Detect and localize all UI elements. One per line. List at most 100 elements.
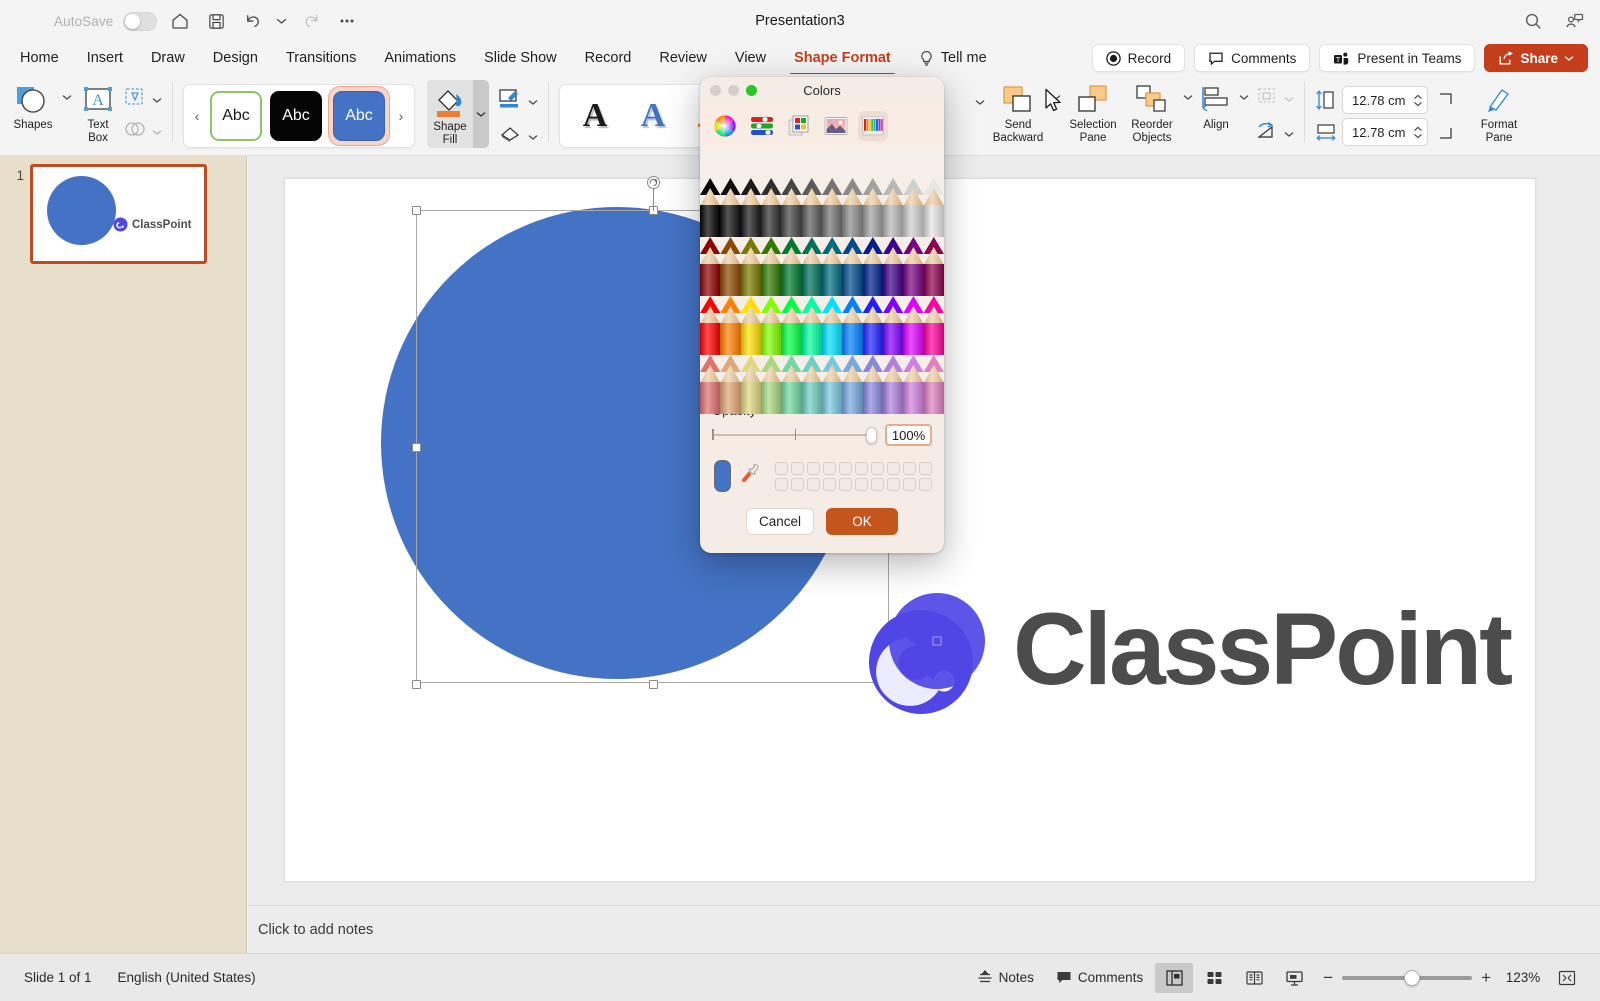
pencil-swatch[interactable] xyxy=(822,355,842,414)
pencil-swatch[interactable] xyxy=(720,237,740,296)
swatch-empty[interactable] xyxy=(791,462,804,475)
align-dropdown[interactable] xyxy=(1237,78,1251,112)
shape-effects-icon[interactable] xyxy=(497,124,523,149)
pencil-swatch[interactable] xyxy=(741,237,761,296)
selection-pane-button[interactable]: Selection Pane xyxy=(1063,78,1123,144)
slide-thumbnail-1[interactable]: ClassPoint xyxy=(30,164,207,264)
reorder-objects-button[interactable]: Reorder Objects xyxy=(1123,78,1181,144)
shape-styles-next[interactable]: › xyxy=(392,87,410,145)
zoom-slider[interactable] xyxy=(1342,970,1472,986)
pencil-swatch[interactable] xyxy=(903,178,923,237)
pencil-swatch[interactable] xyxy=(741,178,761,237)
undo-dropdown-icon[interactable] xyxy=(275,8,288,34)
pencil-swatch[interactable] xyxy=(781,355,801,414)
color-sliders-tool[interactable] xyxy=(747,111,777,141)
bring-forward-dropdown[interactable] xyxy=(973,78,987,112)
tab-home[interactable]: Home xyxy=(6,43,73,73)
save-icon[interactable] xyxy=(203,8,229,34)
pencil-swatch[interactable] xyxy=(781,296,801,355)
shapes-button[interactable]: Shapes xyxy=(6,78,60,132)
pencil-swatch[interactable] xyxy=(883,355,903,414)
pencil-swatch[interactable] xyxy=(924,355,944,414)
classpoint-logo[interactable]: ClassPoint xyxy=(853,574,1510,724)
shape-fill-dropdown[interactable] xyxy=(473,80,489,148)
saved-swatches-grid[interactable] xyxy=(775,462,932,491)
swatch-empty[interactable] xyxy=(919,462,932,475)
pencil-swatch[interactable] xyxy=(883,237,903,296)
shape-style-thumb-3[interactable]: Abc xyxy=(333,91,385,141)
pencil-swatch[interactable] xyxy=(720,178,740,237)
swatch-empty[interactable] xyxy=(871,478,884,491)
pencil-swatch[interactable] xyxy=(822,296,842,355)
shape-height-stepper[interactable] xyxy=(1342,86,1428,114)
normal-view-button[interactable] xyxy=(1155,963,1193,993)
pencil-swatch[interactable] xyxy=(842,178,862,237)
pencil-swatch[interactable] xyxy=(842,237,862,296)
pencil-swatch[interactable] xyxy=(700,296,720,355)
shape-style-thumb-2[interactable]: Abc xyxy=(270,91,322,141)
comments-toggle-button[interactable]: Comments xyxy=(1046,965,1153,990)
tab-review[interactable]: Review xyxy=(645,43,721,73)
swatch-empty[interactable] xyxy=(823,462,836,475)
tab-slide-show[interactable]: Slide Show xyxy=(470,43,571,73)
account-icon[interactable] xyxy=(1560,8,1586,34)
pencil-swatch[interactable] xyxy=(903,296,923,355)
text-box-button[interactable]: A Text Box xyxy=(74,78,122,144)
shape-outline-dropdown[interactable] xyxy=(528,93,538,111)
pencil-swatch[interactable] xyxy=(802,296,822,355)
present-in-teams-button[interactable]: T Present in Teams xyxy=(1319,44,1475,72)
cancel-button[interactable]: Cancel xyxy=(746,508,814,535)
slide-count-label[interactable]: Slide 1 of 1 xyxy=(24,970,92,985)
shapes-dropdown[interactable] xyxy=(60,78,74,112)
color-wheel-tool[interactable] xyxy=(710,111,740,141)
color-palettes-tool[interactable] xyxy=(784,111,814,141)
pencil-swatch[interactable] xyxy=(903,355,923,414)
tab-shape-format[interactable]: Shape Format xyxy=(780,43,905,73)
swatch-empty[interactable] xyxy=(823,478,836,491)
pencil-swatch[interactable] xyxy=(802,355,822,414)
record-button[interactable]: Record xyxy=(1092,44,1186,72)
search-icon[interactable] xyxy=(1520,8,1546,34)
pencil-swatch[interactable] xyxy=(863,178,883,237)
share-button[interactable]: Share xyxy=(1484,44,1588,72)
shape-effects-dropdown[interactable] xyxy=(528,128,538,146)
send-backward-dropdown[interactable] xyxy=(1049,78,1063,112)
current-color-swatch[interactable] xyxy=(714,460,731,492)
ok-button[interactable]: OK xyxy=(826,508,898,535)
opacity-slider-knob[interactable] xyxy=(866,427,877,444)
opacity-value-field[interactable]: 100% xyxy=(885,424,932,446)
pencil-swatch[interactable] xyxy=(842,355,862,414)
shape-height-spin-arrows[interactable] xyxy=(1413,94,1423,107)
shape-width-spin-arrows[interactable] xyxy=(1413,126,1423,139)
swatch-empty[interactable] xyxy=(791,478,804,491)
swatch-empty[interactable] xyxy=(775,462,788,475)
shape-styles-prev[interactable]: ‹ xyxy=(188,87,206,145)
pencil-swatch[interactable] xyxy=(761,237,781,296)
pencil-swatch[interactable] xyxy=(720,296,740,355)
shape-width-input[interactable] xyxy=(1352,125,1412,140)
swatch-empty[interactable] xyxy=(903,478,916,491)
group-objects-dropdown[interactable] xyxy=(1284,90,1294,108)
pencil-swatch[interactable] xyxy=(781,178,801,237)
tab-transitions[interactable]: Transitions xyxy=(272,43,370,73)
pencil-swatch[interactable] xyxy=(700,237,720,296)
pencil-swatch[interactable] xyxy=(761,296,781,355)
swatch-empty[interactable] xyxy=(839,462,852,475)
zoom-in-button[interactable]: + xyxy=(1481,968,1491,988)
tab-animations[interactable]: Animations xyxy=(370,43,470,73)
zoom-window-icon[interactable] xyxy=(746,85,757,96)
send-backward-button[interactable]: Send Backward xyxy=(987,78,1049,144)
fit-slide-button[interactable] xyxy=(1548,963,1586,993)
autosave-toggle[interactable] xyxy=(123,12,157,31)
group-objects-icon[interactable] xyxy=(1255,86,1279,111)
pencil-swatch[interactable] xyxy=(761,178,781,237)
tab-design[interactable]: Design xyxy=(199,43,272,73)
zoom-slider-knob[interactable] xyxy=(1404,970,1420,986)
shape-width-stepper[interactable] xyxy=(1342,118,1428,146)
pencil-swatch[interactable] xyxy=(720,355,740,414)
minimize-icon[interactable] xyxy=(728,85,739,96)
zoom-percent-label[interactable]: 123% xyxy=(1500,970,1546,985)
pencil-swatch[interactable] xyxy=(781,237,801,296)
tab-insert[interactable]: Insert xyxy=(73,43,137,73)
pencil-swatch[interactable] xyxy=(741,296,761,355)
